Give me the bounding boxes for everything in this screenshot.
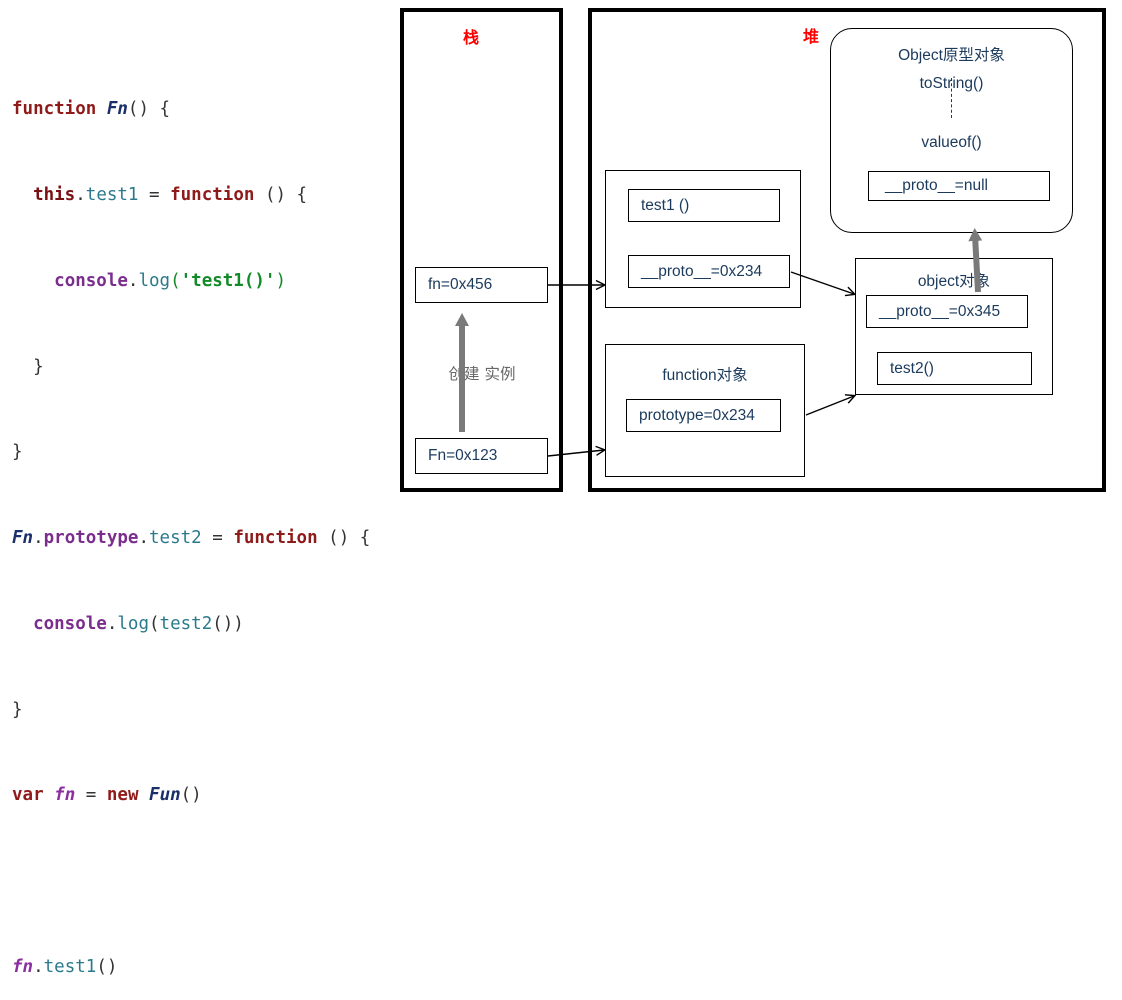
fn-prototype-test1-label: test1 () [641,196,690,214]
fn-prototype-proto-label: __proto__=0x234 [641,262,763,280]
object-prototype-proto-label: __proto__=null [885,177,988,194]
object-object-proto-cell: __proto__=0x345 [866,295,1028,328]
code-line-2: this.test1 = function () { [33,184,308,205]
diagram-canvas: function Fn() { this.test1 = function ()… [0,0,1122,977]
code-line-9: var fn = new Fun() [12,785,202,806]
code-line-1: function Fn() { [12,99,171,120]
fn-prototype-test1-cell: test1 () [628,189,780,222]
function-object-prototype-label: prototype=0x234 [639,406,755,424]
code-line-11: fn.test1() [12,957,118,977]
function-object-prototype-cell: prototype=0x234 [626,399,781,432]
stack-slot-Fn-label: Fn=0x123 [428,447,498,464]
object-prototype-box: Object原型对象 toString() valueof() [830,28,1073,233]
object-prototype-proto-cell: __proto__=null [868,171,1050,201]
stack-panel [400,8,563,492]
stack-slot-fn: fn=0x456 [415,267,548,303]
code-line-8: } [12,699,23,720]
code-line-3: console.log('test1()') [54,270,286,291]
stack-slot-Fn: Fn=0x123 [415,438,548,474]
code-line-6: Fn.prototype.test2 = function () { [12,528,371,549]
object-object-proto-label: __proto__=0x345 [879,302,1001,320]
code-line-4: } [33,356,44,377]
code-block: function Fn() { this.test1 = function ()… [12,38,397,1000]
heap-title: 堆 [803,27,820,46]
object-prototype-valueof: valueof() [921,134,982,151]
prototype-members-dotted-connector [951,78,952,118]
code-line-5: } [12,442,23,463]
function-object-title: function对象 [662,367,748,384]
stack-slot-fn-label: fn=0x456 [428,276,493,293]
code-line-7: console.log(test2()) [33,613,244,634]
object-object-title: object对象 [917,273,991,290]
object-prototype-title: Object原型对象 [898,47,1005,64]
stack-title: 栈 [463,28,480,47]
create-instance-label: 创建 实例 [448,365,516,383]
object-object-test2-label: test2() [890,359,934,377]
object-object-test2-cell: test2() [877,352,1032,385]
fn-prototype-proto-cell: __proto__=0x234 [628,255,790,288]
